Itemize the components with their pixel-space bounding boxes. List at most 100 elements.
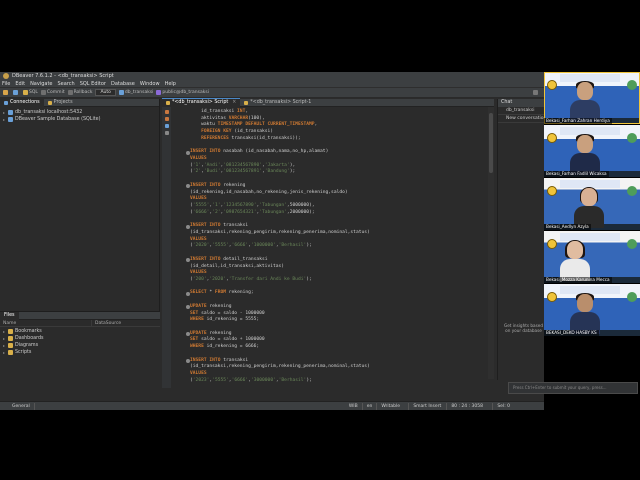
menu-help[interactable]: Help: [165, 80, 176, 87]
shared-slide: [544, 231, 640, 277]
code-line[interactable]: UPDATE rekening: [190, 304, 490, 311]
ai-chat-panel: Chat db_transaksi New conversation Get i…: [497, 99, 544, 380]
tab-projects[interactable]: Projects: [44, 99, 77, 107]
code-line[interactable]: VALUES: [190, 371, 490, 378]
column-datasource[interactable]: DataSource: [92, 320, 121, 326]
code-line[interactable]: VALUES: [190, 156, 490, 163]
expand-arrow-icon[interactable]: ▸: [3, 335, 6, 342]
code-line[interactable]: id_transaksi INT,: [190, 109, 490, 116]
tree-item-db-transaksi[interactable]: ▸ db_transaksi localhost:5432: [3, 109, 159, 116]
expand-arrow-icon[interactable]: ▸: [3, 328, 6, 335]
code-line[interactable]: ('5555','1','1234567890','Tabungan',5000…: [190, 203, 490, 210]
schema-icon: [156, 90, 162, 95]
scrollbar-thumb[interactable]: [489, 113, 493, 173]
chat-item-new[interactable]: New conversation: [498, 115, 544, 123]
menu-window[interactable]: Window: [140, 80, 160, 87]
active-speaker-frame: [544, 72, 640, 124]
tree-item-sample-database[interactable]: ▸ DBeaver Sample Database (SQLite): [3, 116, 159, 123]
tab-script[interactable]: *<db_transaksi> Script ×: [162, 98, 241, 107]
menu-database[interactable]: Database: [111, 80, 135, 87]
participant-tile[interactable]: Bekasi_Farhan Zahran Herdiya: [544, 72, 640, 124]
execute-script-icon[interactable]: [164, 117, 169, 121]
code-area[interactable]: id_transaksi INT, aktivitas VARCHAR(100)…: [190, 109, 490, 383]
tab-files[interactable]: Files: [0, 311, 19, 320]
code-line[interactable]: INSERT INTO detail_transaksi: [190, 257, 490, 264]
files-item-scripts[interactable]: ▸ Scripts: [3, 349, 160, 356]
code-line[interactable]: INSERT INTO nasabah (id_nasabah,nama,no_…: [190, 149, 490, 156]
code-line[interactable]: REFERENCES transaksi(id_transaksi));: [190, 136, 490, 143]
code-line[interactable]: WHERE id_rekening = 5555;: [190, 317, 490, 324]
code-line[interactable]: ('200','2020','Transfer dari Andi ke Bud…: [190, 277, 490, 284]
participant-avatar: [570, 134, 600, 175]
code-line[interactable]: ('2020','5555','6666','1000000','Berhasi…: [190, 243, 490, 250]
code-line[interactable]: ('2','Budi','081234567891','Bandung');: [190, 169, 490, 176]
search-button[interactable]: [533, 89, 540, 96]
files-item-dashboards[interactable]: ▸ Dashboards: [3, 335, 160, 342]
datasource-selector[interactable]: db_transaksi: [118, 89, 153, 96]
files-item-label: Diagrams: [15, 343, 39, 348]
code-line[interactable]: [190, 250, 490, 257]
sql-file-icon: [166, 101, 170, 105]
column-name[interactable]: Name: [0, 320, 92, 326]
chat-item-db[interactable]: db_transaksi: [498, 107, 544, 115]
transaction-mode-select[interactable]: Auto: [95, 89, 116, 96]
participant-tile[interactable]: Bekasi_Mozza Karunina Mecca: [544, 231, 640, 283]
expand-arrow-icon[interactable]: ▸: [3, 116, 6, 123]
code-line[interactable]: SELECT * FROM rekening;: [190, 290, 490, 297]
execute-statement-icon[interactable]: [164, 110, 169, 114]
code-line[interactable]: (id_detail,id_transaksi,aktivitas): [190, 264, 490, 271]
code-line[interactable]: (id_rekening,id_nasabah,no_rekening,jeni…: [190, 190, 490, 197]
files-item-diagrams[interactable]: ▸ Diagrams: [3, 342, 160, 349]
commit-button[interactable]: Commit: [40, 89, 65, 96]
status-bar: General WIB en Writable Smart Insert 80 …: [0, 401, 544, 410]
participant-tile[interactable]: Bekasi_Aedlyn Azyla: [544, 178, 640, 230]
expand-arrow-icon[interactable]: ▸: [3, 109, 6, 116]
code-line[interactable]: (id_transaksi,rekening_pengirim,rekening…: [190, 230, 490, 237]
code-line[interactable]: INSERT INTO rekening: [190, 183, 490, 190]
code-line[interactable]: [190, 176, 490, 183]
code-line[interactable]: WHERE id_rekening = 6666;: [190, 344, 490, 351]
expand-arrow-icon[interactable]: ▸: [3, 349, 6, 356]
files-item-bookmarks[interactable]: ▸ Bookmarks: [3, 328, 160, 335]
code-line[interactable]: ('6666','2','0987654321','Tabungan',2000…: [190, 210, 490, 217]
editor-scrollbar[interactable]: [488, 107, 494, 379]
ai-prompt-input[interactable]: Press Ctrl+Enter to submit your query, p…: [508, 382, 638, 394]
menu-search[interactable]: Search: [58, 80, 75, 87]
tab-chat[interactable]: Chat: [498, 99, 544, 107]
code-line[interactable]: [190, 297, 490, 304]
code-line[interactable]: FOREIGN KEY (id_transaksi): [190, 129, 490, 136]
tab-connections[interactable]: Connections: [0, 98, 44, 107]
close-tab-icon[interactable]: ×: [232, 99, 236, 107]
menu-navigate[interactable]: Navigate: [30, 80, 52, 87]
menu-edit[interactable]: Edit: [15, 80, 25, 87]
code-line[interactable]: VALUES: [190, 270, 490, 277]
tab-connections-label: Connections: [10, 99, 40, 105]
tab-script-1[interactable]: *<db_transaksi> Script-1: [240, 99, 315, 107]
participant-name: Bekasi_Farhan Fadlil Wicaksa: [544, 171, 609, 177]
status-general: General: [8, 402, 35, 410]
rollback-button[interactable]: Rollback: [67, 89, 92, 96]
new-connection-button[interactable]: [3, 89, 10, 96]
explain-plan-icon[interactable]: [164, 124, 169, 128]
schema-selector[interactable]: public@db_transaksi: [156, 89, 209, 96]
status-cursor-position: 80 : 24 : 3058: [447, 402, 494, 410]
code-line[interactable]: [190, 324, 490, 331]
tab-projects-label: Projects: [53, 99, 73, 105]
database-navigator-button[interactable]: [13, 89, 20, 96]
participant-tile[interactable]: Bekasi_Farhan Fadlil Wicaksa: [544, 125, 640, 177]
participant-name: Bekasi_Mozza Karunina Mecca: [544, 277, 612, 283]
sql-editor-button[interactable]: SQL: [23, 89, 38, 96]
logo-icon: [627, 133, 637, 143]
tab-script-label: *<db_transaksi> Script: [172, 100, 229, 105]
participant-tile[interactable]: BEKASI_DEKO HASBY KS: [544, 284, 640, 336]
code-line[interactable]: ('2023','5555','6666','3000000','Berhasi…: [190, 378, 490, 385]
menu-sql-editor[interactable]: SQL Editor: [80, 80, 106, 87]
format-icon[interactable]: [164, 131, 169, 135]
code-line[interactable]: [190, 351, 490, 358]
menu-file[interactable]: File: [2, 80, 10, 87]
expand-arrow-icon[interactable]: ▸: [3, 342, 6, 349]
face: [567, 241, 583, 259]
code-line[interactable]: (id_transaksi,rekening_pengirim,rekening…: [190, 364, 490, 371]
code-line[interactable]: INSERT INTO transaksi: [190, 223, 490, 230]
files-panel: Files Name DataSource ▸ Bookmarks ▸ Dashbo…: [0, 311, 160, 381]
